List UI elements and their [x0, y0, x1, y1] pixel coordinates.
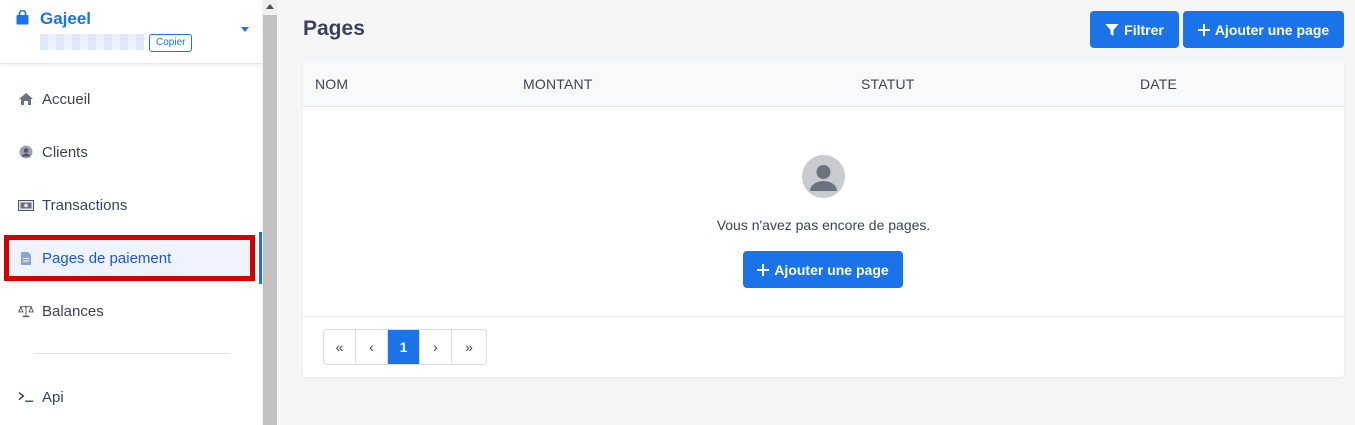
- user-circle-icon: [18, 144, 34, 160]
- scale-icon: [18, 303, 34, 319]
- shopping-bag-icon: [15, 9, 30, 25]
- pagination-last[interactable]: »: [452, 330, 486, 364]
- add-page-button[interactable]: Ajouter une page: [1183, 11, 1344, 48]
- home-icon: [18, 91, 34, 107]
- sidebar-item-label: Balances: [42, 302, 104, 320]
- page-title: Pages: [303, 17, 365, 40]
- pagination-next[interactable]: ›: [420, 330, 452, 364]
- sidebar-item-transactions[interactable]: Transactions: [0, 183, 262, 227]
- filter-icon: [1105, 23, 1119, 37]
- pages-table-card: NOM MONTANT STATUT DATE Vous n'avez pas …: [303, 61, 1344, 377]
- card-footer-divider: [303, 316, 1344, 317]
- sidebar-item-label: Transactions: [42, 196, 128, 214]
- sidebar-item-api[interactable]: Api: [0, 375, 262, 419]
- filter-button[interactable]: Filtrer: [1090, 11, 1179, 48]
- banknote-icon: [18, 197, 34, 213]
- brand-name: Gajeel: [40, 9, 92, 28]
- column-header-nom[interactable]: NOM: [315, 76, 348, 92]
- sidebar-item-label: Accueil: [42, 90, 91, 108]
- table-header: NOM MONTANT STATUT DATE: [303, 61, 1344, 107]
- pagination: « ‹ 1 › »: [323, 329, 487, 365]
- column-header-date[interactable]: DATE: [1140, 76, 1177, 92]
- empty-state-message: Vous n'avez pas encore de pages.: [716, 217, 931, 233]
- scroll-up-arrow-icon[interactable]: [266, 4, 274, 9]
- scrollbar-thumb[interactable]: [263, 15, 277, 425]
- sidebar-divider: [34, 353, 230, 354]
- sidebar-item-balances[interactable]: Balances: [0, 289, 262, 333]
- chevron-down-icon[interactable]: [241, 27, 249, 32]
- sidebar: Gajeel Copier Accueil Clients Transactio…: [0, 0, 262, 425]
- document-icon: [18, 250, 34, 266]
- account-id-redacted: [40, 34, 144, 50]
- sidebar-item-label: Api: [42, 388, 64, 406]
- sidebar-item-label: Clients: [42, 143, 88, 161]
- column-header-statut[interactable]: STATUT: [861, 76, 915, 92]
- add-page-button-label: Ajouter une page: [1214, 21, 1330, 38]
- sidebar-item-accueil[interactable]: Accueil: [0, 77, 262, 121]
- pagination-current-page[interactable]: 1: [388, 330, 420, 364]
- sidebar-item-clients[interactable]: Clients: [0, 130, 262, 174]
- filter-button-label: Filtrer: [1124, 21, 1164, 38]
- copy-button[interactable]: Copier: [149, 34, 193, 52]
- empty-state-add-page-label: Ajouter une page: [774, 261, 889, 278]
- brand-header[interactable]: Gajeel Copier: [0, 0, 262, 64]
- plus-icon: [757, 263, 770, 276]
- empty-state-add-page-button[interactable]: Ajouter une page: [743, 251, 903, 288]
- empty-state-avatar-icon: [802, 155, 845, 198]
- column-header-montant[interactable]: MONTANT: [523, 76, 593, 92]
- sidebar-item-pages-de-paiement[interactable]: Pages de paiement: [4, 235, 255, 281]
- sidebar-item-label: Pages de paiement: [42, 249, 172, 267]
- pagination-first[interactable]: «: [324, 330, 356, 364]
- plus-icon: [1197, 23, 1210, 36]
- terminal-icon: [18, 389, 34, 405]
- pagination-prev[interactable]: ‹: [356, 330, 388, 364]
